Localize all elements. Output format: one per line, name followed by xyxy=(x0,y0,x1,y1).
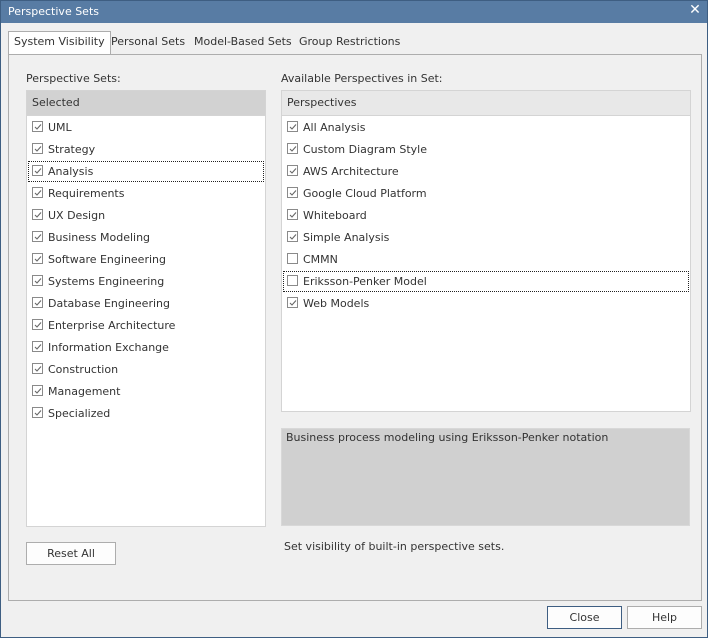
close-icon[interactable]: ✕ xyxy=(688,2,702,18)
selected-column-header[interactable]: Selected xyxy=(27,91,265,116)
checkbox-checked-icon[interactable] xyxy=(32,407,43,418)
checkbox-checked-icon[interactable] xyxy=(287,297,298,308)
checkbox-unchecked-icon[interactable] xyxy=(287,253,298,264)
perspective-set-list-item[interactable]: Systems Engineering xyxy=(28,271,264,292)
perspective-set-item-label: Software Engineering xyxy=(48,253,166,266)
perspective-set-list-item[interactable]: UX Design xyxy=(28,205,264,226)
perspective-set-list-item[interactable]: Strategy xyxy=(28,139,264,160)
perspective-item-label: CMMN xyxy=(303,253,338,266)
perspective-description-box: Business process modeling using Eriksson… xyxy=(281,428,690,526)
perspective-item-label: Whiteboard xyxy=(303,209,367,222)
checkbox-checked-icon[interactable] xyxy=(32,121,43,132)
perspective-list-item[interactable]: Web Models xyxy=(283,293,689,314)
perspective-set-list-item[interactable]: Analysis xyxy=(28,161,264,182)
checkbox-checked-icon[interactable] xyxy=(287,143,298,154)
reset-all-button[interactable]: Reset All xyxy=(26,542,116,565)
help-button[interactable]: Help xyxy=(627,606,702,629)
hint-text: Set visibility of built-in perspective s… xyxy=(284,540,505,553)
tab-model-based-sets[interactable]: Model-Based Sets xyxy=(189,32,297,53)
perspective-list-item[interactable]: CMMN xyxy=(283,249,689,270)
perspective-set-list-item[interactable]: Management xyxy=(28,381,264,402)
perspective-item-label: Eriksson-Penker Model xyxy=(303,275,427,288)
perspective-set-list-item[interactable]: Specialized xyxy=(28,403,264,424)
title-bar: Perspective Sets ✕ xyxy=(1,1,707,23)
perspectives-list[interactable]: Perspectives All Analysis Custom Diagram … xyxy=(281,90,691,412)
perspective-set-item-label: Business Modeling xyxy=(48,231,151,244)
perspective-item-label: Google Cloud Platform xyxy=(303,187,427,200)
perspective-set-item-label: Database Engineering xyxy=(48,297,170,310)
perspective-set-list-item[interactable]: Database Engineering xyxy=(28,293,264,314)
checkbox-checked-icon[interactable] xyxy=(287,209,298,220)
checkbox-checked-icon[interactable] xyxy=(32,143,43,154)
perspective-set-list-item[interactable]: Information Exchange xyxy=(28,337,264,358)
perspective-sets-label: Perspective Sets: xyxy=(26,72,121,85)
perspective-set-item-label: Specialized xyxy=(48,407,111,420)
perspective-list-item[interactable]: Google Cloud Platform xyxy=(283,183,689,204)
perspective-set-list-item[interactable]: Requirements xyxy=(28,183,264,204)
perspective-sets-dialog: Perspective Sets ✕ System Visibility Per… xyxy=(0,0,708,638)
perspectives-column-header[interactable]: Perspectives xyxy=(282,91,690,116)
perspective-list-item[interactable]: Eriksson-Penker Model xyxy=(283,271,689,292)
tab-group-restrictions[interactable]: Group Restrictions xyxy=(294,32,405,53)
checkbox-checked-icon[interactable] xyxy=(32,275,43,286)
perspective-set-item-label: UML xyxy=(48,121,72,134)
checkbox-checked-icon[interactable] xyxy=(32,319,43,330)
perspective-set-list-item[interactable]: Construction xyxy=(28,359,264,380)
perspective-set-list-item[interactable]: UML xyxy=(28,117,264,138)
perspective-set-item-label: Systems Engineering xyxy=(48,275,165,288)
perspective-set-item-label: Analysis xyxy=(48,165,94,178)
perspective-list-item[interactable]: All Analysis xyxy=(283,117,689,138)
perspective-list-item[interactable]: Simple Analysis xyxy=(283,227,689,248)
checkbox-checked-icon[interactable] xyxy=(32,231,43,242)
checkbox-checked-icon[interactable] xyxy=(32,363,43,374)
perspective-set-item-label: Strategy xyxy=(48,143,96,156)
perspective-item-label: AWS Architecture xyxy=(303,165,399,178)
perspective-set-item-label: Management xyxy=(48,385,121,398)
perspective-set-list-item[interactable]: Enterprise Architecture xyxy=(28,315,264,336)
checkbox-checked-icon[interactable] xyxy=(32,385,43,396)
perspective-list-item[interactable]: AWS Architecture xyxy=(283,161,689,182)
perspective-list-item[interactable]: Custom Diagram Style xyxy=(283,139,689,160)
perspective-set-item-label: UX Design xyxy=(48,209,106,222)
window-title: Perspective Sets xyxy=(8,5,99,18)
perspective-sets-list[interactable]: Selected UML Strategy Analysis Requirements… xyxy=(26,90,266,527)
perspective-set-item-label: Construction xyxy=(48,363,119,376)
checkbox-checked-icon[interactable] xyxy=(287,165,298,176)
perspective-set-item-label: Information Exchange xyxy=(48,341,169,354)
tab-system-visibility[interactable]: System Visibility xyxy=(8,31,111,54)
perspective-item-label: All Analysis xyxy=(303,121,366,134)
close-button[interactable]: Close xyxy=(547,606,622,629)
checkbox-checked-icon[interactable] xyxy=(32,253,43,264)
checkbox-checked-icon[interactable] xyxy=(32,341,43,352)
checkbox-checked-icon[interactable] xyxy=(32,297,43,308)
checkbox-checked-icon[interactable] xyxy=(32,187,43,198)
checkbox-checked-icon[interactable] xyxy=(32,165,43,176)
available-perspectives-label: Available Perspectives in Set: xyxy=(281,72,443,85)
checkbox-checked-icon[interactable] xyxy=(287,187,298,198)
perspective-item-label: Web Models xyxy=(303,297,370,310)
perspective-set-list-item[interactable]: Software Engineering xyxy=(28,249,264,270)
perspective-list-item[interactable]: Whiteboard xyxy=(283,205,689,226)
checkbox-checked-icon[interactable] xyxy=(32,209,43,220)
perspective-item-label: Custom Diagram Style xyxy=(303,143,427,156)
perspective-set-list-item[interactable]: Business Modeling xyxy=(28,227,264,248)
tab-personal-sets[interactable]: Personal Sets xyxy=(106,32,190,53)
perspective-set-item-label: Enterprise Architecture xyxy=(48,319,176,332)
perspective-set-item-label: Requirements xyxy=(48,187,125,200)
checkbox-checked-icon[interactable] xyxy=(287,231,298,242)
checkbox-unchecked-icon[interactable] xyxy=(287,275,298,286)
checkbox-checked-icon[interactable] xyxy=(287,121,298,132)
perspective-description: Business process modeling using Eriksson… xyxy=(286,431,609,444)
perspective-item-label: Simple Analysis xyxy=(303,231,390,244)
